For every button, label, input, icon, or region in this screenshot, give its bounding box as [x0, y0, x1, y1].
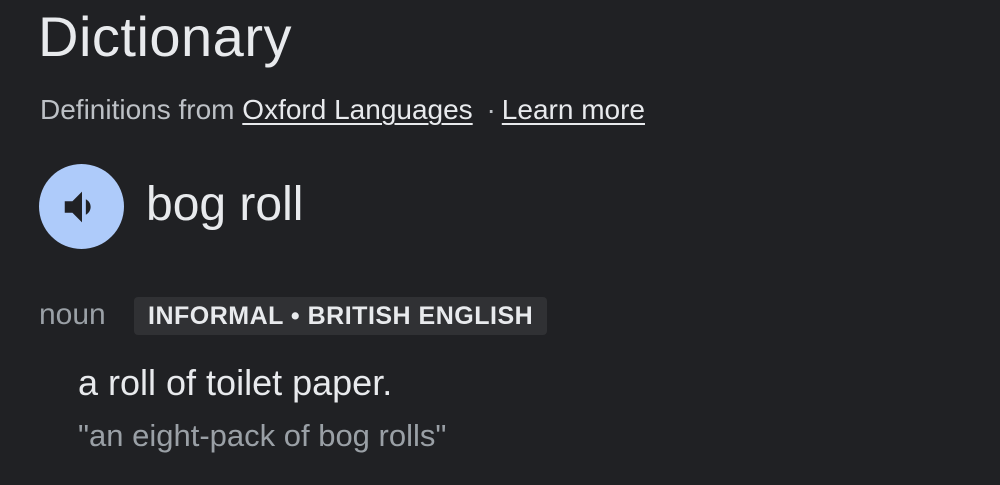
pronunciation-speaker-button[interactable]: [39, 164, 124, 249]
learn-more-link[interactable]: Learn more: [502, 94, 645, 125]
example-sentence: "an eight-pack of bog rolls": [78, 418, 447, 453]
definition-text: a roll of toilet paper.: [78, 362, 393, 403]
headword: bog roll: [146, 178, 304, 231]
part-of-speech: noun: [39, 298, 106, 331]
dictionary-card: Dictionary Definitions from Oxford Langu…: [0, 0, 1000, 485]
separator-dot: ·: [486, 94, 496, 125]
oxford-languages-link[interactable]: Oxford Languages: [242, 94, 472, 125]
volume-icon: [64, 191, 91, 222]
source-prefix: Definitions from: [40, 94, 235, 125]
dictionary-title: Dictionary: [38, 5, 292, 68]
source-line: Definitions from Oxford Languages · Learn…: [40, 92, 645, 128]
usage-label-badge: INFORMAL • BRITISH ENGLISH: [134, 297, 548, 335]
